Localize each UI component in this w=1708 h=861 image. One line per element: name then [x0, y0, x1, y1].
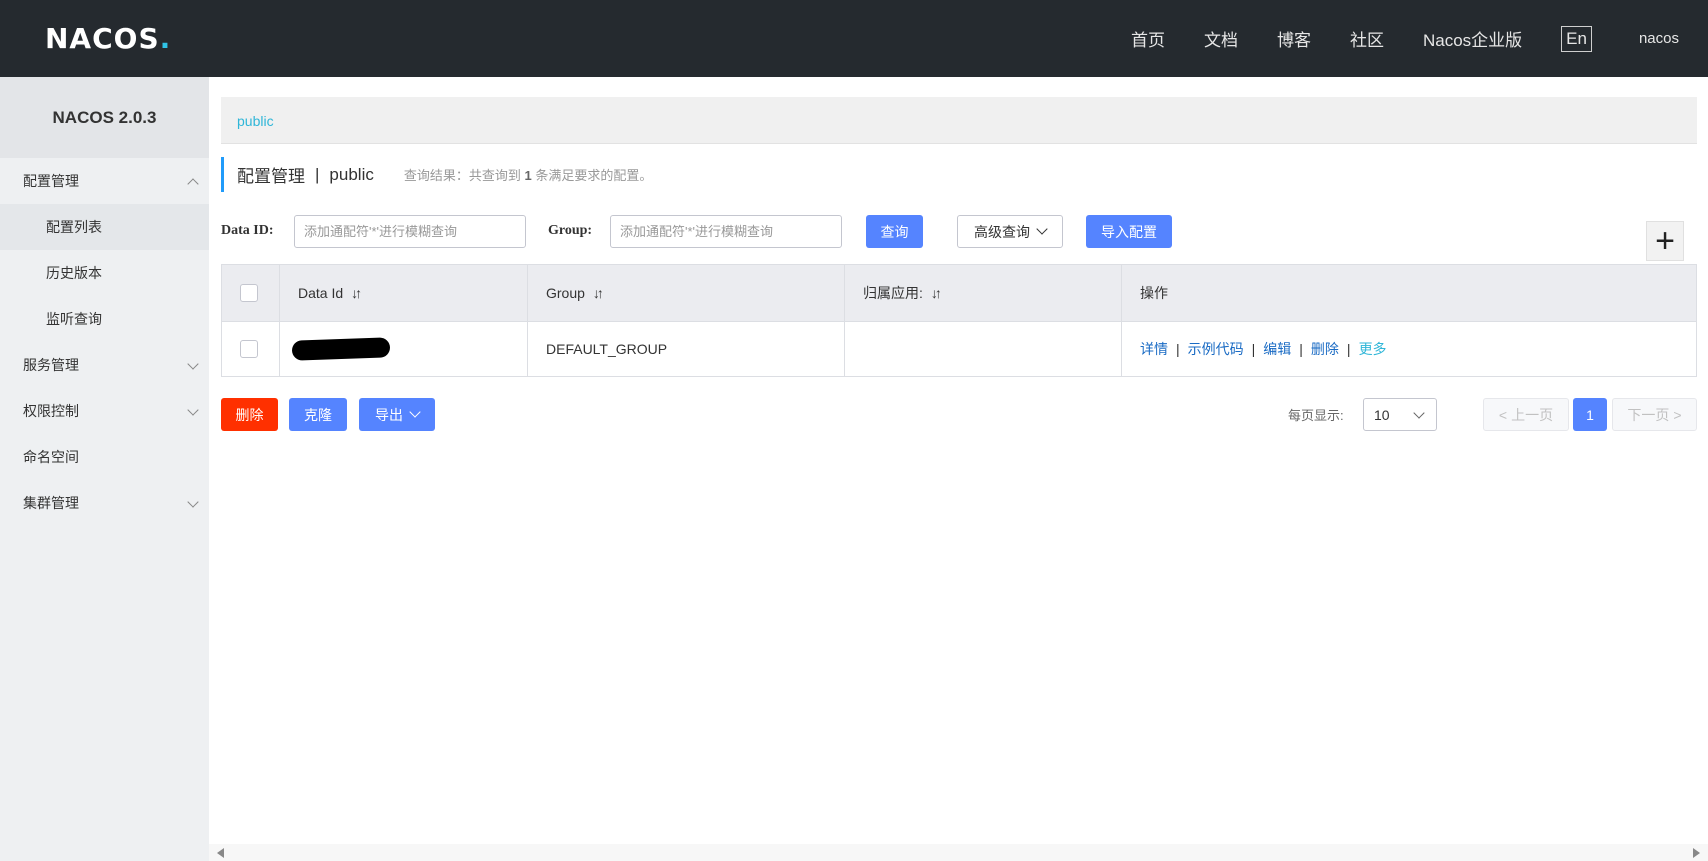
group-input[interactable] — [610, 215, 842, 248]
chevron-down-icon — [1413, 407, 1425, 419]
namespace-link-public[interactable]: public — [237, 113, 274, 129]
page-size-select[interactable]: 10 — [1363, 398, 1437, 431]
sidebar-item-config-management[interactable]: 配置管理 — [0, 158, 209, 204]
top-bar: NACOS. 首页 文档 博客 社区 Nacos企业版 En nacos — [0, 0, 1708, 77]
chevron-up-icon — [187, 178, 199, 190]
sidebar-item-history[interactable]: 历史版本 — [0, 250, 209, 296]
chevron-down-icon — [187, 496, 199, 508]
row-checkbox[interactable] — [240, 340, 258, 358]
sidebar: NACOS 2.0.3 配置管理 配置列表 历史版本 监听查询 服务管理 权限控… — [0, 77, 209, 861]
scroll-left-icon[interactable] — [217, 848, 224, 858]
page-title: 配置管理 — [237, 167, 305, 186]
chevron-down-icon — [1036, 223, 1048, 235]
nav-blog[interactable]: 博客 — [1277, 26, 1311, 51]
sidebar-item-config-list[interactable]: 配置列表 — [0, 204, 209, 250]
table-row: DEFAULT_GROUP 详情 | 示例代码 | 编辑 | 删除 | 更多 — [222, 321, 1696, 376]
sidebar-item-access-control[interactable]: 权限控制 — [0, 388, 209, 434]
chevron-right-icon: > — [1673, 406, 1682, 423]
app-cell — [845, 322, 1122, 376]
sidebar-item-service-management[interactable]: 服务管理 — [0, 342, 209, 388]
column-app[interactable]: 归属应用: ↓↑ — [845, 265, 1122, 321]
query-result-text: 查询结果：共查询到 1 条满足要求的配置。 — [403, 168, 653, 183]
chevron-down-icon — [187, 358, 199, 370]
sort-icon[interactable]: ↓↑ — [351, 285, 362, 301]
actions-cell: 详情 | 示例代码 | 编辑 | 删除 | 更多 — [1140, 339, 1387, 359]
delete-link[interactable]: 删除 — [1311, 339, 1339, 359]
language-switch-button[interactable]: En — [1561, 25, 1592, 52]
horizontal-scrollbar[interactable] — [209, 844, 1708, 861]
more-link[interactable]: 更多 — [1359, 339, 1387, 359]
advanced-search-button[interactable]: 高级查询 — [957, 215, 1063, 248]
user-name[interactable]: nacos — [1639, 30, 1679, 47]
column-data-id[interactable]: Data Id ↓↑ — [280, 265, 528, 321]
plus-icon: + — [1655, 221, 1675, 260]
sort-icon[interactable]: ↓↑ — [593, 285, 604, 301]
page-namespace: public — [329, 164, 374, 184]
nav-home[interactable]: 首页 — [1131, 26, 1165, 51]
nacos-logo[interactable]: NACOS. — [45, 22, 171, 55]
column-actions: 操作 — [1140, 285, 1168, 301]
add-config-button[interactable]: + — [1646, 221, 1684, 261]
bulk-delete-button[interactable]: 删除 — [221, 398, 278, 431]
bulk-export-button[interactable]: 导出 — [359, 398, 435, 431]
import-config-button[interactable]: 导入配置 — [1086, 215, 1172, 248]
namespace-bar: public — [221, 97, 1697, 144]
nav-community[interactable]: 社区 — [1350, 26, 1384, 51]
prev-page-button[interactable]: < 上一页 — [1483, 398, 1569, 431]
page-1-button[interactable]: 1 — [1573, 398, 1607, 431]
chevron-down-icon — [409, 406, 421, 418]
table-header-row: Data Id ↓↑ Group ↓↑ 归属应用: ↓↑ 操作 — [222, 265, 1696, 321]
chevron-down-icon — [187, 404, 199, 416]
sidebar-item-listener-query[interactable]: 监听查询 — [0, 296, 209, 342]
data-id-cell — [280, 322, 528, 376]
sidebar-item-namespace[interactable]: 命名空间 — [0, 434, 209, 480]
next-page-button[interactable]: 下一页 > — [1612, 398, 1697, 431]
group-label: Group: — [548, 223, 593, 238]
title-separator: | — [315, 164, 320, 184]
scroll-right-icon[interactable] — [1693, 848, 1700, 858]
sidebar-title: NACOS 2.0.3 — [0, 77, 209, 158]
group-cell: DEFAULT_GROUP — [528, 322, 845, 376]
redacted-data-id — [291, 337, 391, 361]
sample-code-link[interactable]: 示例代码 — [1188, 339, 1244, 359]
config-table: Data Id ↓↑ Group ↓↑ 归属应用: ↓↑ 操作 DEFAULT_… — [221, 264, 1697, 377]
edit-link[interactable]: 编辑 — [1263, 339, 1291, 359]
sort-icon[interactable]: ↓↑ — [931, 285, 942, 301]
top-nav: 首页 文档 博客 社区 Nacos企业版 En nacos — [1131, 0, 1708, 77]
chevron-left-icon: < — [1498, 406, 1508, 423]
page-header: 配置管理 | public 查询结果：共查询到 1 条满足要求的配置。 — [221, 157, 652, 192]
nav-enterprise[interactable]: Nacos企业版 — [1423, 26, 1522, 51]
data-id-label: Data ID: — [221, 223, 274, 238]
page-size-label: 每页显示: — [1288, 408, 1344, 423]
column-group[interactable]: Group ↓↑ — [528, 265, 845, 321]
select-all-checkbox[interactable] — [240, 284, 258, 302]
nav-docs[interactable]: 文档 — [1204, 26, 1238, 51]
detail-link[interactable]: 详情 — [1140, 339, 1168, 359]
search-button[interactable]: 查询 — [866, 215, 923, 248]
sidebar-item-cluster-management[interactable]: 集群管理 — [0, 480, 209, 526]
data-id-input[interactable] — [294, 215, 526, 248]
bulk-clone-button[interactable]: 克隆 — [289, 398, 347, 431]
